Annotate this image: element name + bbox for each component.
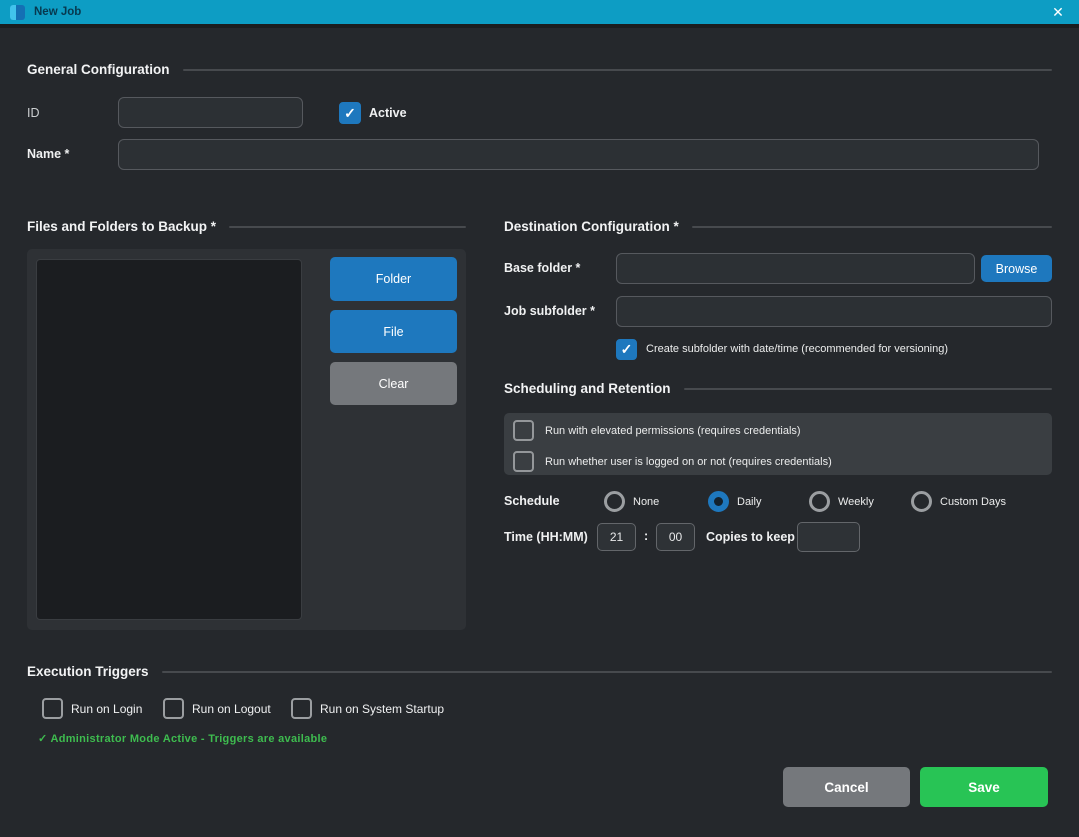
schedule-radio-none-label: None	[633, 496, 659, 508]
browse-button[interactable]: Browse	[981, 255, 1052, 282]
schedule-radio-custom-days-label: Custom Days	[940, 496, 1006, 508]
general-header-rule	[183, 69, 1052, 71]
add-file-button[interactable]: File	[330, 310, 457, 353]
copies-to-keep-label: Copies to keep	[706, 530, 795, 544]
job-subfolder-label: Job subfolder *	[504, 304, 595, 318]
time-mm-input[interactable]	[656, 523, 695, 551]
elevated-permissions-checkbox[interactable]	[513, 420, 534, 441]
general-section-header: General Configuration	[27, 62, 1052, 77]
logged-on-label: Run whether user is logged on or not (re…	[545, 456, 832, 468]
time-separator: :	[644, 529, 648, 543]
copies-to-keep-input[interactable]	[797, 522, 860, 552]
job-subfolder-input[interactable]	[616, 296, 1052, 327]
base-folder-label: Base folder *	[504, 261, 580, 275]
admin-mode-note: ✓ Administrator Mode Active - Triggers a…	[38, 732, 327, 745]
time-hh-input[interactable]	[597, 523, 636, 551]
run-on-system-startup-label: Run on System Startup	[320, 702, 444, 716]
logged-on-checkbox[interactable]	[513, 451, 534, 472]
triggers-header-rule	[162, 671, 1052, 673]
create-subfolder-label: Create subfolder with date/time (recomme…	[646, 343, 948, 355]
files-header-label: Files and Folders to Backup *	[27, 219, 216, 234]
schedule-radio-daily[interactable]	[708, 491, 729, 512]
active-label: Active	[369, 106, 407, 120]
titlebar: New Job ✕	[0, 0, 1079, 24]
create-subfolder-checkbox[interactable]	[616, 339, 637, 360]
save-button[interactable]: Save	[920, 767, 1048, 807]
files-panel: Folder File Clear	[27, 249, 466, 630]
triggers-section-header: Execution Triggers	[27, 664, 1052, 679]
elevated-permissions-label: Run with elevated permissions (requires …	[545, 425, 801, 437]
id-label: ID	[27, 106, 40, 120]
schedule-radio-daily-label: Daily	[737, 496, 761, 508]
scheduling-section-header: Scheduling and Retention	[504, 381, 1052, 396]
backup-items-listbox[interactable]	[36, 259, 302, 620]
general-header-label: General Configuration	[27, 62, 170, 77]
destination-section-header: Destination Configuration *	[504, 219, 1052, 234]
name-input[interactable]	[118, 139, 1039, 170]
schedule-radio-custom-days[interactable]	[911, 491, 932, 512]
schedule-label: Schedule	[504, 494, 560, 508]
close-icon[interactable]: ✕	[1047, 1, 1069, 23]
window-title: New Job	[34, 6, 81, 18]
run-on-logout-label: Run on Logout	[192, 702, 271, 716]
cancel-button[interactable]: Cancel	[783, 767, 910, 807]
files-header-rule	[229, 226, 466, 228]
run-on-logout-checkbox[interactable]	[163, 698, 184, 719]
active-checkbox[interactable]	[339, 102, 361, 124]
new-job-dialog: New Job ✕ General Configuration ID Activ…	[0, 0, 1079, 837]
triggers-header-label: Execution Triggers	[27, 664, 149, 679]
clear-button[interactable]: Clear	[330, 362, 457, 405]
scheduling-header-label: Scheduling and Retention	[504, 381, 671, 396]
id-input[interactable]	[118, 97, 303, 128]
files-section-header: Files and Folders to Backup *	[27, 219, 466, 234]
name-label: Name *	[27, 147, 69, 161]
time-label: Time (HH:MM)	[504, 530, 588, 544]
titlebar-shadow	[0, 24, 1079, 28]
run-on-system-startup-checkbox[interactable]	[291, 698, 312, 719]
scheduling-header-rule	[684, 388, 1052, 390]
add-folder-button[interactable]: Folder	[330, 257, 457, 301]
schedule-radio-weekly[interactable]	[809, 491, 830, 512]
schedule-radio-weekly-label: Weekly	[838, 496, 874, 508]
run-on-login-label: Run on Login	[71, 702, 142, 716]
schedule-radio-none[interactable]	[604, 491, 625, 512]
run-on-login-checkbox[interactable]	[42, 698, 63, 719]
base-folder-input[interactable]	[616, 253, 975, 284]
destination-header-rule	[692, 226, 1052, 228]
destination-header-label: Destination Configuration *	[504, 219, 679, 234]
credentials-panel: Run with elevated permissions (requires …	[504, 413, 1052, 475]
app-icon	[10, 5, 25, 20]
